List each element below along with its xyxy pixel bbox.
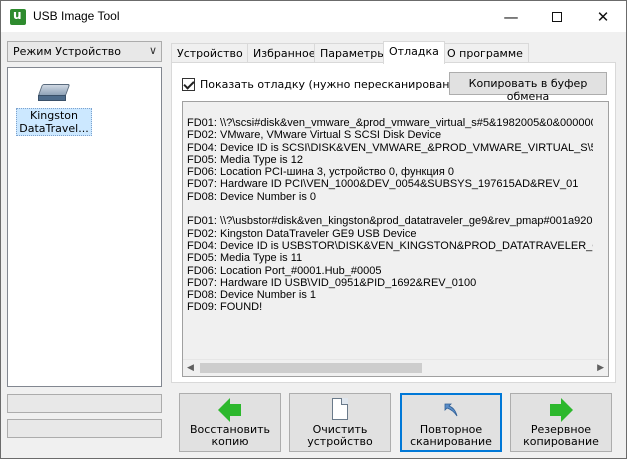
backup-label-2: копирование (523, 435, 599, 448)
restore-arrow-icon (218, 398, 242, 422)
close-button[interactable]: ✕ (580, 1, 626, 32)
show-debug-row[interactable]: Показать отладку (нужно пересканирование… (182, 78, 468, 91)
status-field-1 (7, 394, 162, 413)
log-line: FD06: Location PCI-шина 3, устройство 0,… (187, 166, 454, 179)
rescan-icon (439, 398, 463, 422)
scroll-left-icon[interactable]: ◀ (187, 363, 194, 373)
show-debug-label: Показать отладку (нужно пересканирование… (200, 78, 468, 91)
log-line: FD07: Hardware ID PCI\VEN_1000&DEV_0054&… (187, 178, 579, 191)
log-line: FD02: Kingston DataTraveler GE9 USB Devi… (187, 227, 417, 240)
log-line: FD06: Location Port_#0001.Hub_#0005 (187, 264, 382, 277)
scroll-right-icon[interactable]: ▶ (597, 363, 604, 373)
mode-select-value: Режим Устройство (13, 45, 121, 58)
chevron-down-icon: ∨ (148, 44, 157, 57)
log-line: FD04: Device ID is SCSI\DISK&VEN_VMWARE_… (187, 141, 593, 154)
close-icon: ✕ (596, 7, 610, 26)
tab-debug[interactable]: Отладка (383, 41, 445, 64)
log-line: FD09: FOUND! (187, 301, 263, 314)
copy-to-clipboard-button[interactable]: Копировать в буфер обмена (449, 72, 607, 103)
device-label: Kingston DataTravel... (16, 108, 92, 136)
backup-arrow-icon (549, 398, 573, 422)
restore-backup-button[interactable]: Восстановить копию (179, 393, 281, 452)
clean-label-2: устройство (307, 435, 373, 448)
log-line: FD08: Device Number is 1 (187, 289, 316, 302)
mode-select[interactable]: Режим Устройство ∨ (7, 41, 162, 62)
minimize-icon: — (503, 7, 519, 26)
debug-log[interactable]: FD01: \\?\scsi#disk&ven_vmware_&prod_vmw… (182, 101, 609, 377)
debug-log-text: FD01: \\?\scsi#disk&ven_vmware_&prod_vmw… (187, 117, 593, 362)
create-backup-button[interactable]: Резервное копирование (510, 393, 612, 452)
log-line: FD05: Media Type is 12 (187, 153, 303, 166)
log-line: FD08: Device Number is 0 (187, 190, 316, 203)
show-debug-checkbox[interactable] (182, 78, 195, 91)
window-title: USB Image Tool (33, 9, 120, 23)
restore-label-2: копию (211, 435, 249, 448)
device-label-line2: DataTravel... (19, 122, 89, 135)
log-line: FD05: Media Type is 11 (187, 252, 303, 265)
scrollbar-thumb[interactable] (200, 363, 422, 373)
horizontal-scrollbar[interactable]: ◀ ▶ (183, 359, 608, 376)
tab-settings[interactable]: Параметры (314, 43, 392, 63)
title-bar[interactable]: u USB Image Tool — ✕ (1, 1, 626, 32)
tab-device[interactable]: Устройство (171, 43, 249, 63)
usb-image-tool-icon: u (10, 8, 26, 25)
clean-device-button[interactable]: Очистить устройство (289, 393, 391, 452)
maximize-button[interactable] (534, 1, 580, 32)
log-line: FD01: \\?\scsi#disk&ven_vmware_&prod_vmw… (187, 117, 593, 129)
usb-drive-icon (37, 82, 71, 106)
tab-favorites[interactable]: Избранное (247, 43, 322, 63)
device-list[interactable]: Kingston DataTravel... (7, 67, 162, 387)
log-line: FD07: Hardware ID USB\VID_0951&PID_1692&… (187, 276, 477, 289)
maximize-icon (552, 11, 562, 22)
app-window: u USB Image Tool — ✕ Режим Устройство ∨ … (0, 0, 627, 459)
device-item-kingston[interactable]: Kingston DataTravel... (16, 82, 92, 136)
minimize-button[interactable]: — (488, 1, 534, 32)
debug-panel: Показать отладку (нужно пересканирование… (171, 62, 616, 383)
rescan-label-2: сканирование (410, 435, 492, 448)
document-icon (328, 398, 352, 422)
device-label-line1: Kingston (30, 109, 78, 122)
tab-about[interactable]: О программе (441, 43, 529, 63)
status-field-2 (7, 419, 162, 438)
log-line: FD04: Device ID is USBSTOR\DISK&VEN_KING… (187, 239, 593, 252)
rescan-button[interactable]: Повторное сканирование (400, 393, 502, 452)
log-line: FD02: VMware, VMware Virtual S SCSI Disk… (187, 129, 442, 142)
log-line: FD01: \\?\usbstor#disk&ven_kingston&prod… (187, 215, 593, 228)
